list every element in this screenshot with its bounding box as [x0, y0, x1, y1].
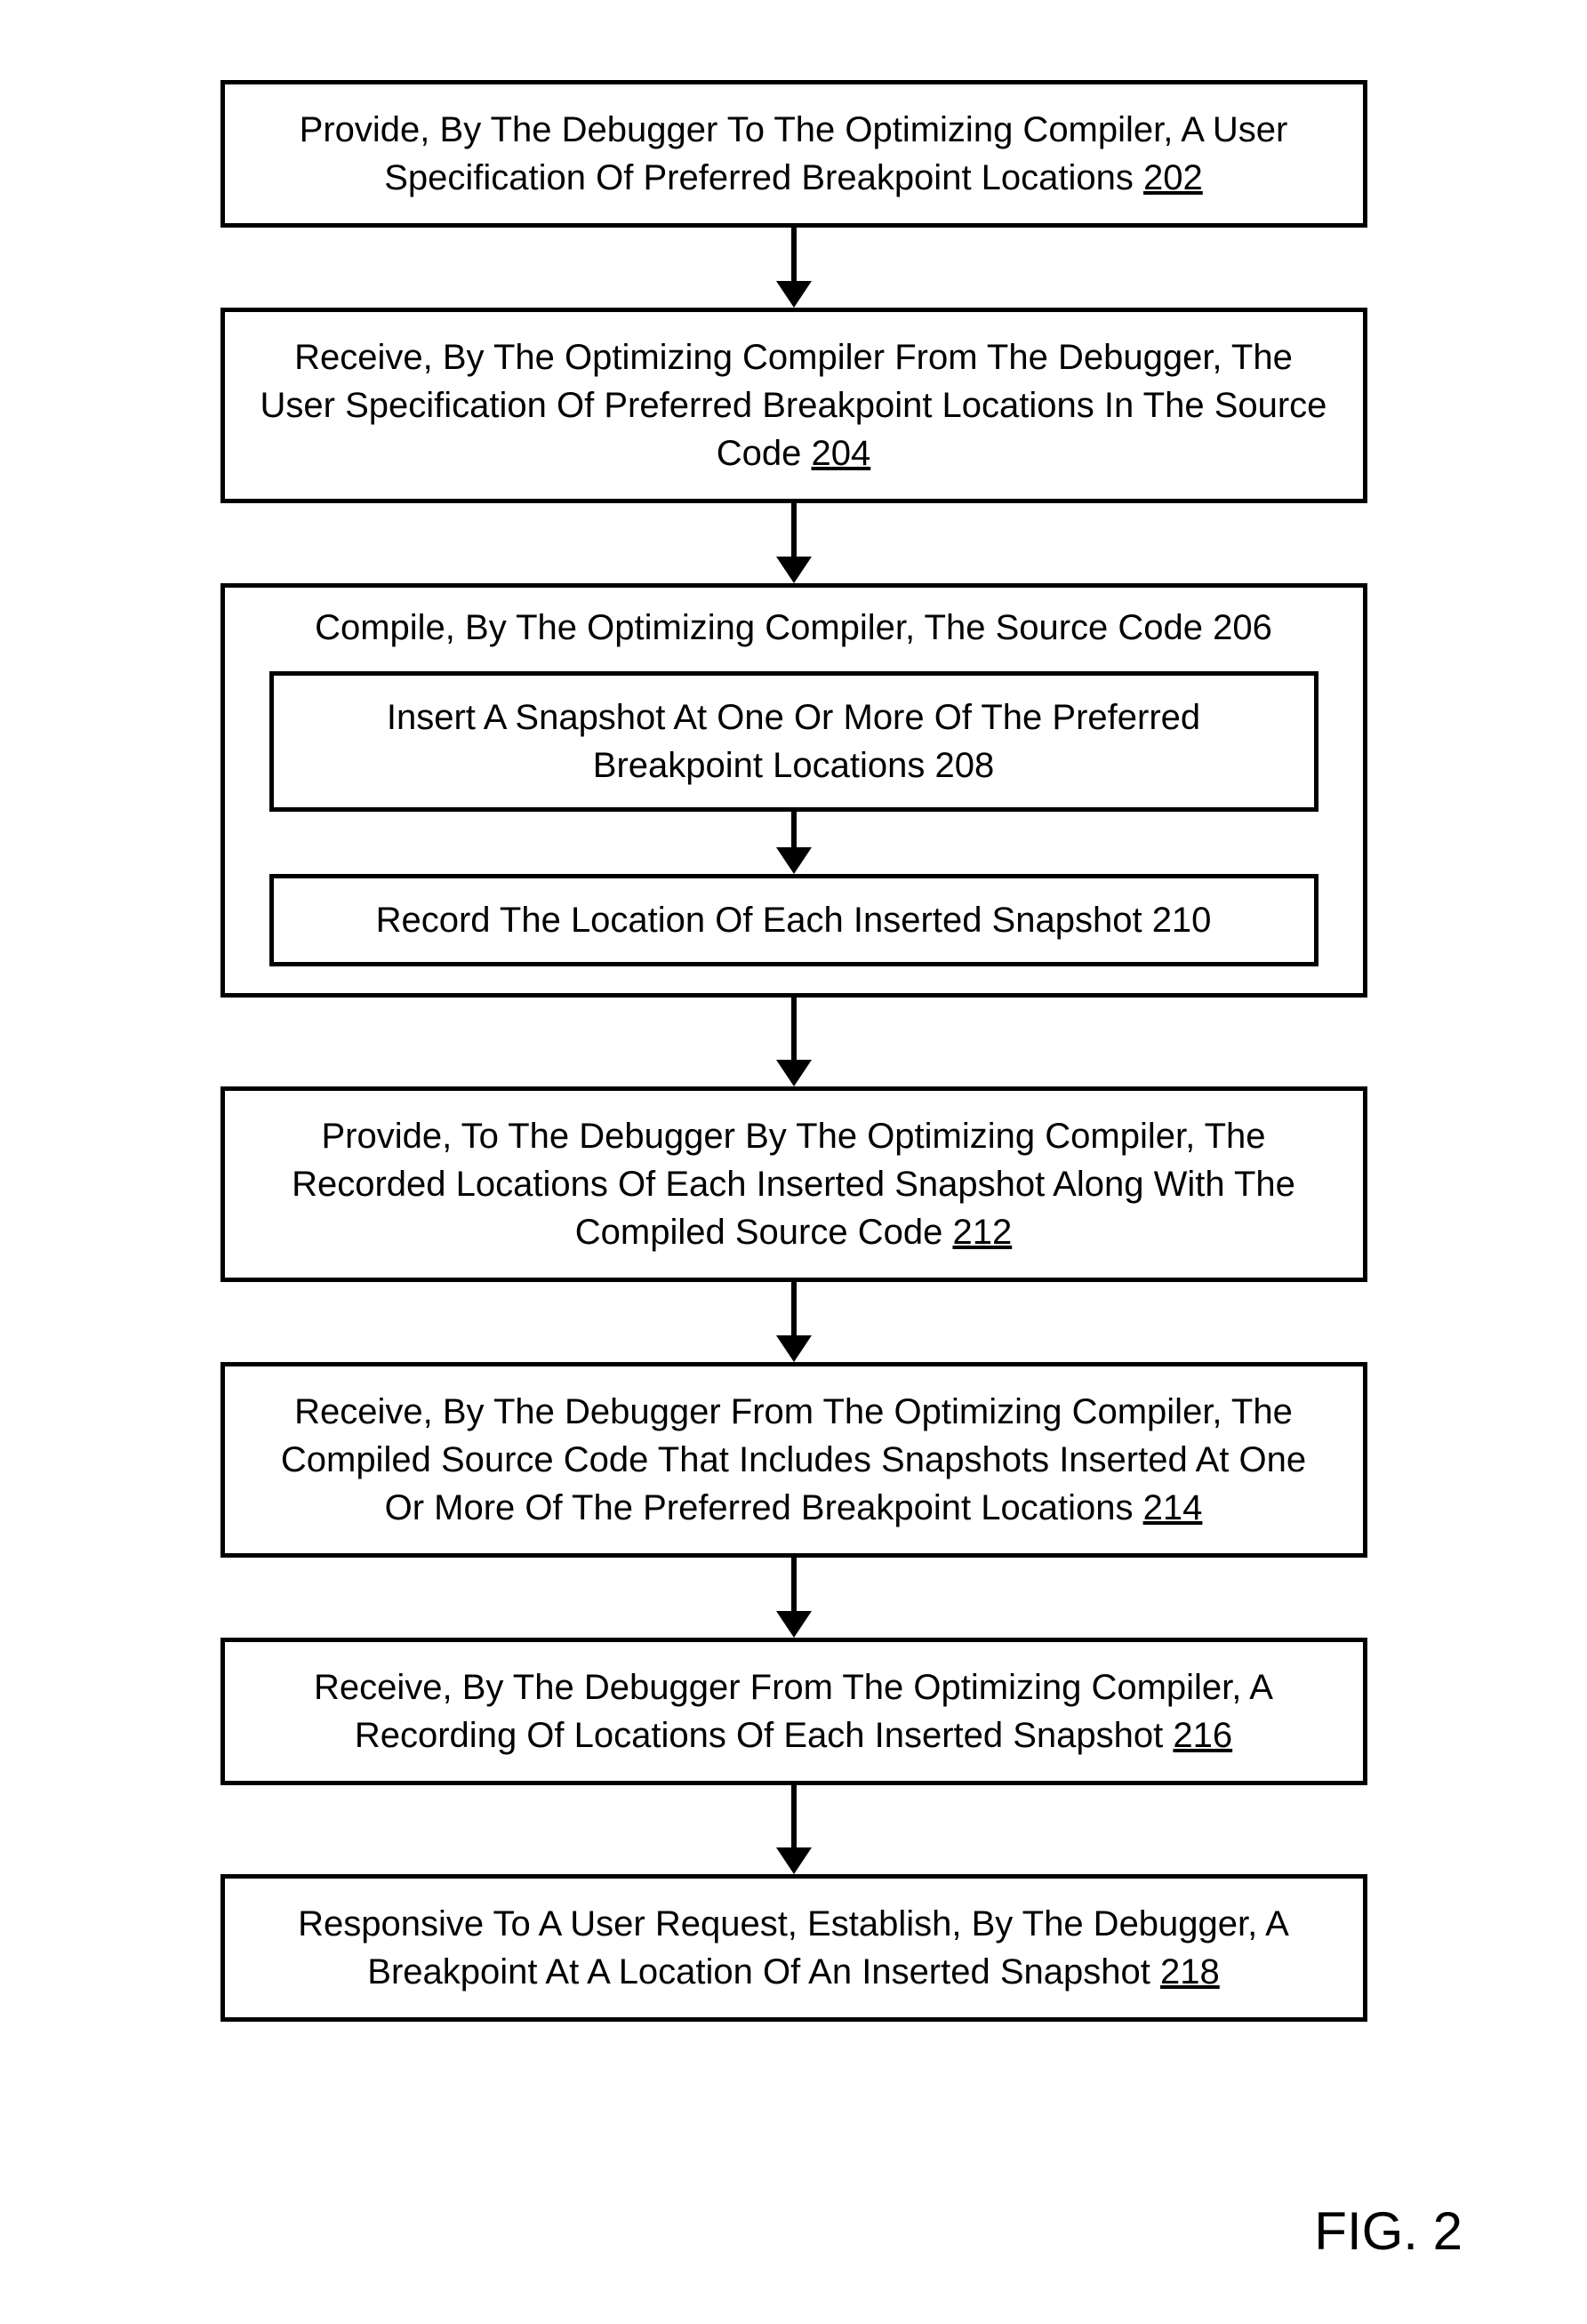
step-202: Provide, By The Debugger To The Optimizi… — [220, 80, 1367, 228]
arrow-icon — [776, 1282, 812, 1362]
step-210: Record The Location Of Each Inserted Sna… — [269, 874, 1318, 966]
step-text: Insert A Snapshot At One Or More Of The … — [387, 698, 1200, 785]
step-text: Receive, By The Debugger From The Optimi… — [314, 1668, 1273, 1755]
step-208: Insert A Snapshot At One Or More Of The … — [269, 671, 1318, 812]
step-ref: 206 — [1213, 608, 1272, 647]
step-text: Receive, By The Optimizing Compiler From… — [260, 338, 1327, 473]
step-text: Provide, To The Debugger By The Optimizi… — [292, 1117, 1295, 1252]
step-ref: 216 — [1173, 1716, 1232, 1755]
arrow-icon — [776, 1558, 812, 1638]
flowchart-page: Provide, By The Debugger To The Optimizi… — [0, 0, 1587, 2324]
step-ref: 218 — [1160, 1952, 1220, 1991]
step-text: Compile, By The Optimizing Compiler, The… — [315, 608, 1213, 647]
step-214: Receive, By The Debugger From The Optimi… — [220, 1362, 1367, 1558]
step-ref: 210 — [1152, 901, 1212, 940]
figure-label: FIG. 2 — [1314, 2200, 1463, 2262]
step-204: Receive, By The Optimizing Compiler From… — [220, 308, 1367, 503]
step-text: Responsive To A User Request, Establish,… — [298, 1904, 1289, 1991]
step-ref: 212 — [952, 1213, 1012, 1252]
step-212: Provide, To The Debugger By The Optimizi… — [220, 1086, 1367, 1282]
step-ref: 214 — [1143, 1488, 1203, 1527]
flowchart: Provide, By The Debugger To The Optimizi… — [220, 80, 1367, 2022]
step-218: Responsive To A User Request, Establish,… — [220, 1874, 1367, 2022]
step-text: Record The Location Of Each Inserted Sna… — [376, 901, 1152, 940]
step-206: Compile, By The Optimizing Compiler, The… — [220, 583, 1367, 998]
step-text: Provide, By The Debugger To The Optimizi… — [300, 110, 1288, 197]
arrow-icon — [776, 1785, 812, 1874]
step-ref: 204 — [812, 434, 871, 473]
compile-title: Compile, By The Optimizing Compiler, The… — [315, 604, 1272, 652]
arrow-icon — [776, 998, 812, 1086]
step-ref: 202 — [1143, 158, 1203, 197]
arrow-icon — [776, 812, 812, 874]
arrow-icon — [776, 228, 812, 308]
step-ref: 208 — [934, 746, 994, 785]
step-216: Receive, By The Debugger From The Optimi… — [220, 1638, 1367, 1785]
arrow-icon — [776, 503, 812, 583]
